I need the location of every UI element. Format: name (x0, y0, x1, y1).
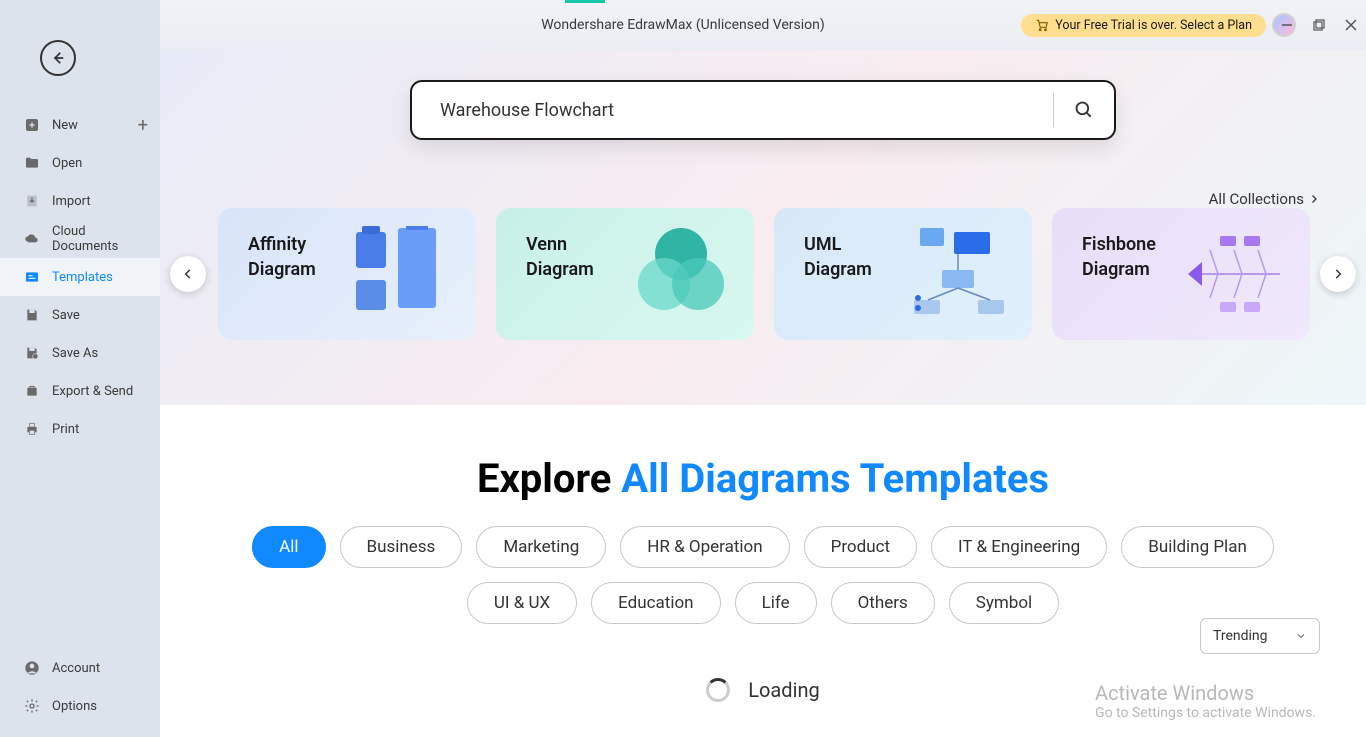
watermark-title: Activate Windows (1095, 681, 1316, 705)
sidebar-item-save[interactable]: Save (0, 296, 160, 334)
carousel-next-button[interactable] (1320, 256, 1356, 292)
chevron-right-icon (1308, 193, 1320, 205)
app-title: Wondershare EdrawMax (Unlicensed Version… (541, 17, 825, 33)
search-input[interactable] (412, 100, 1053, 121)
trial-text: Your Free Trial is over. Select a Plan (1055, 18, 1252, 33)
card-affinity-diagram[interactable]: Affinity Diagram (218, 208, 476, 340)
card-uml-diagram[interactable]: UML Diagram (774, 208, 1032, 340)
import-icon (24, 193, 40, 209)
cloud-icon (24, 231, 40, 247)
sidebar-label: Templates (52, 270, 113, 285)
sidebar-item-options[interactable]: Options (0, 687, 160, 725)
print-icon (24, 421, 40, 437)
title-prefix: Explore (477, 455, 621, 502)
sidebar-item-new[interactable]: New + (0, 106, 160, 144)
gear-icon (24, 698, 40, 714)
card-fishbone-diagram[interactable]: Fishbone Diagram (1052, 208, 1310, 340)
sort-value: Trending (1213, 628, 1268, 644)
user-icon (24, 660, 40, 676)
plus-square-icon (24, 117, 40, 133)
sidebar-label: Import (52, 194, 91, 209)
card-title: UML Diagram (804, 232, 872, 340)
loading-text: Loading (748, 678, 819, 702)
chip-education[interactable]: Education (591, 582, 720, 624)
hero-section: All Collections Affinity Diagram Venn Di… (160, 50, 1366, 405)
spinner-icon (706, 678, 730, 702)
all-collections-link[interactable]: All Collections (1209, 190, 1320, 208)
trial-banner[interactable]: Your Free Trial is over. Select a Plan (1021, 14, 1266, 37)
link-text: All Collections (1209, 190, 1304, 208)
cart-icon (1035, 18, 1049, 32)
chip-building[interactable]: Building Plan (1121, 526, 1274, 568)
category-chips: All Business Marketing HR & Operation Pr… (160, 526, 1366, 624)
window-controls (1280, 18, 1358, 32)
sidebar-item-import[interactable]: Import (0, 182, 160, 220)
carousel-prev-button[interactable] (170, 256, 206, 292)
chip-product[interactable]: Product (804, 526, 917, 568)
chip-others[interactable]: Others (831, 582, 935, 624)
sidebar-label: Save (52, 308, 80, 323)
saveas-icon (24, 345, 40, 361)
sidebar-item-saveas[interactable]: Save As (0, 334, 160, 372)
tab-accent (565, 0, 605, 3)
sidebar-item-open[interactable]: Open (0, 144, 160, 182)
main-content: All Collections Affinity Diagram Venn Di… (160, 50, 1366, 737)
chevron-down-icon (1295, 630, 1307, 642)
card-title: Affinity Diagram (248, 232, 316, 340)
plus-icon[interactable]: + (138, 115, 148, 136)
chip-all[interactable]: All (252, 526, 325, 568)
watermark-subtitle: Go to Settings to activate Windows. (1095, 705, 1316, 721)
templates-icon (24, 269, 40, 285)
sidebar-label: Cloud Documents (52, 224, 148, 254)
folder-icon (24, 155, 40, 171)
title-accent: All Diagrams Templates (621, 455, 1049, 502)
search-box (410, 80, 1116, 140)
titlebar: Wondershare EdrawMax (Unlicensed Version… (0, 0, 1366, 50)
search-icon (1074, 100, 1094, 120)
chip-symbol[interactable]: Symbol (949, 582, 1059, 624)
close-button[interactable] (1344, 18, 1358, 32)
cards-scroll: Affinity Diagram Venn Diagram UML Diagra… (160, 208, 1366, 340)
sidebar-label: Options (52, 699, 97, 714)
sidebar-label: Print (52, 422, 79, 437)
venn-graphic (626, 226, 736, 322)
explore-title: Explore All Diagrams Templates (160, 455, 1366, 502)
nav-list: New + Open Import Cloud Documents Templa… (0, 106, 160, 649)
sidebar-label: Export & Send (52, 384, 133, 399)
chip-it[interactable]: IT & Engineering (931, 526, 1107, 568)
card-title: Fishbone Diagram (1082, 232, 1156, 340)
chip-uiux[interactable]: UI & UX (467, 582, 577, 624)
nav-bottom: Account Options (0, 649, 160, 737)
sidebar-item-export[interactable]: Export & Send (0, 372, 160, 410)
sidebar: New + Open Import Cloud Documents Templa… (0, 0, 160, 737)
card-title: Venn Diagram (526, 232, 594, 340)
sidebar-item-cloud[interactable]: Cloud Documents (0, 220, 160, 258)
sidebar-item-account[interactable]: Account (0, 649, 160, 687)
minimize-button[interactable] (1280, 18, 1294, 32)
fishbone-graphic (1182, 226, 1292, 322)
save-icon (24, 307, 40, 323)
affinity-graphic (348, 226, 458, 322)
maximize-button[interactable] (1312, 18, 1326, 32)
sidebar-label: New (52, 118, 78, 133)
chip-life[interactable]: Life (735, 582, 817, 624)
chip-marketing[interactable]: Marketing (476, 526, 606, 568)
sort-dropdown[interactable]: Trending (1200, 618, 1320, 654)
back-button[interactable] (40, 40, 76, 76)
card-venn-diagram[interactable]: Venn Diagram (496, 208, 754, 340)
export-icon (24, 383, 40, 399)
cards-row: Affinity Diagram Venn Diagram UML Diagra… (160, 208, 1366, 348)
uml-graphic (904, 226, 1014, 322)
sidebar-item-print[interactable]: Print (0, 410, 160, 448)
windows-watermark: Activate Windows Go to Settings to activ… (1095, 681, 1316, 721)
sidebar-item-templates[interactable]: Templates (0, 258, 160, 296)
sidebar-label: Open (52, 156, 82, 171)
chip-business[interactable]: Business (340, 526, 463, 568)
chip-hr[interactable]: HR & Operation (620, 526, 789, 568)
sidebar-label: Save As (52, 346, 98, 361)
search-button[interactable] (1054, 100, 1114, 120)
sidebar-label: Account (52, 661, 100, 676)
